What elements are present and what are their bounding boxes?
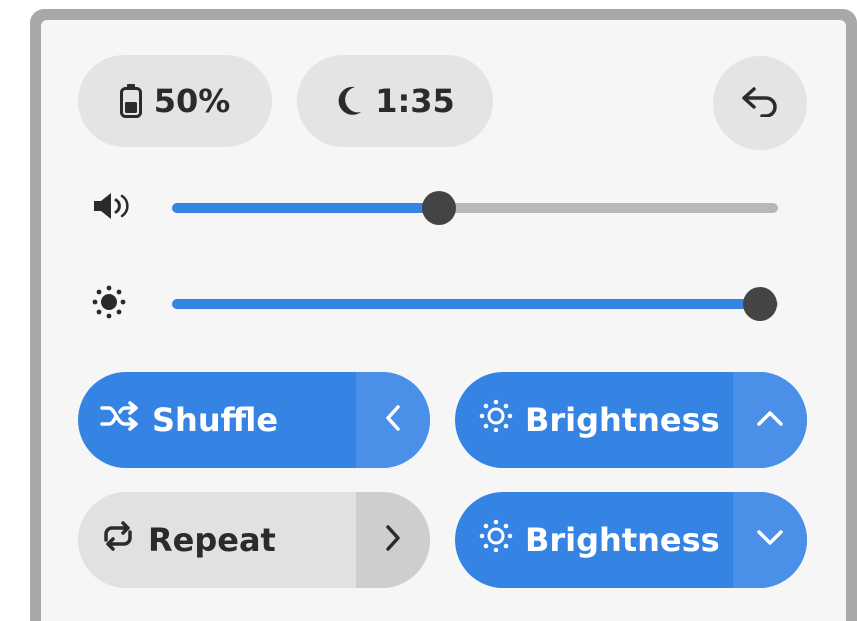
back-button[interactable] bbox=[713, 56, 807, 150]
brightness-up-label: Brightness bbox=[525, 401, 720, 439]
repeat-icon bbox=[100, 520, 136, 560]
undo-arrow-icon bbox=[740, 85, 780, 121]
timer-pill[interactable]: 1:35 bbox=[297, 55, 493, 147]
brightness-toggle-down-main[interactable]: Brightness bbox=[455, 492, 733, 588]
repeat-toggle-main[interactable]: Repeat bbox=[78, 492, 356, 588]
brightness-slider-thumb[interactable] bbox=[742, 287, 777, 321]
shuffle-toggle[interactable]: Shuffle bbox=[78, 372, 430, 468]
brightness-slider-fill bbox=[172, 299, 760, 309]
sun-icon bbox=[479, 519, 513, 561]
brightness-slider[interactable] bbox=[172, 287, 778, 321]
shuffle-label: Shuffle bbox=[152, 401, 279, 439]
shuffle-icon bbox=[100, 401, 140, 439]
brightness-down-label: Brightness bbox=[525, 521, 720, 559]
battery-label: 50% bbox=[153, 82, 231, 120]
volume-slider-thumb[interactable] bbox=[421, 191, 456, 225]
repeat-toggle[interactable]: Repeat bbox=[78, 492, 430, 588]
repeat-label: Repeat bbox=[148, 521, 276, 559]
battery-pill[interactable]: 50% bbox=[78, 55, 272, 147]
brightness-toggle-up-main[interactable]: Brightness bbox=[455, 372, 733, 468]
sun-icon[interactable] bbox=[92, 285, 126, 323]
battery-icon bbox=[119, 84, 142, 118]
timer-label: 1:35 bbox=[375, 82, 455, 120]
brightness-slider-row bbox=[78, 274, 778, 334]
speaker-icon[interactable] bbox=[92, 191, 138, 225]
shuffle-toggle-main[interactable]: Shuffle bbox=[78, 372, 356, 468]
volume-slider[interactable] bbox=[172, 191, 778, 225]
chevron-down-icon bbox=[756, 529, 784, 551]
sun-icon bbox=[479, 399, 513, 441]
chevron-left-icon bbox=[384, 404, 402, 436]
chevron-right-icon bbox=[384, 524, 402, 556]
chevron-up-icon bbox=[756, 409, 784, 431]
volume-slider-row bbox=[78, 178, 778, 238]
brightness-toggle-up[interactable]: Brightness bbox=[455, 372, 807, 468]
brightness-toggle-down[interactable]: Brightness bbox=[455, 492, 807, 588]
volume-slider-fill bbox=[172, 203, 439, 213]
moon-icon bbox=[335, 85, 363, 117]
